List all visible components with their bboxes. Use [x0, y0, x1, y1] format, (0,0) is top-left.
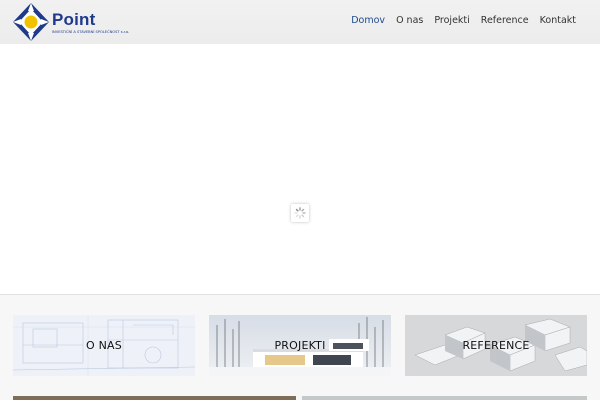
nav-item-reference[interactable]: Reference — [481, 15, 529, 26]
brand-name: Point — [52, 10, 96, 29]
tile-o-nas[interactable]: O NAS — [13, 315, 195, 376]
nav-item-kontakt[interactable]: Kontakt — [540, 15, 576, 26]
next-section-preview — [0, 396, 600, 400]
tile-projekti[interactable]: PROJEKTI — [209, 315, 391, 376]
tile-reference[interactable]: REFERENCE — [405, 315, 587, 376]
nav-item-domov[interactable]: Domov — [351, 15, 385, 26]
preview-image-right — [302, 396, 587, 400]
point-logo-mark — [13, 3, 49, 41]
hero-slider[interactable] — [0, 44, 600, 329]
spinner-icon — [294, 207, 306, 219]
logo[interactable]: Point INVESTIČNÍ A STAVEBNÍ SPOLEČNOST s… — [12, 2, 129, 42]
main-nav: Domov O nas Projekti Reference Kontakt — [351, 15, 576, 26]
nav-item-o-nas[interactable]: O nas — [396, 15, 423, 26]
brand-tagline: INVESTIČNÍ A STAVEBNÍ SPOLEČNOST s.r.o. — [52, 30, 130, 34]
tile-label: REFERENCE — [462, 339, 530, 352]
preview-image-left — [13, 396, 296, 400]
tile-label: PROJEKTI — [274, 339, 326, 352]
feature-tiles: O NAS PROJEKTI REFERENCE — [0, 295, 600, 400]
tile-label: O NAS — [86, 339, 122, 352]
nav-item-projekti[interactable]: Projekti — [434, 15, 469, 26]
site-header: Point INVESTIČNÍ A STAVEBNÍ SPOLEČNOST s… — [0, 0, 600, 44]
slider-loader — [291, 204, 309, 222]
